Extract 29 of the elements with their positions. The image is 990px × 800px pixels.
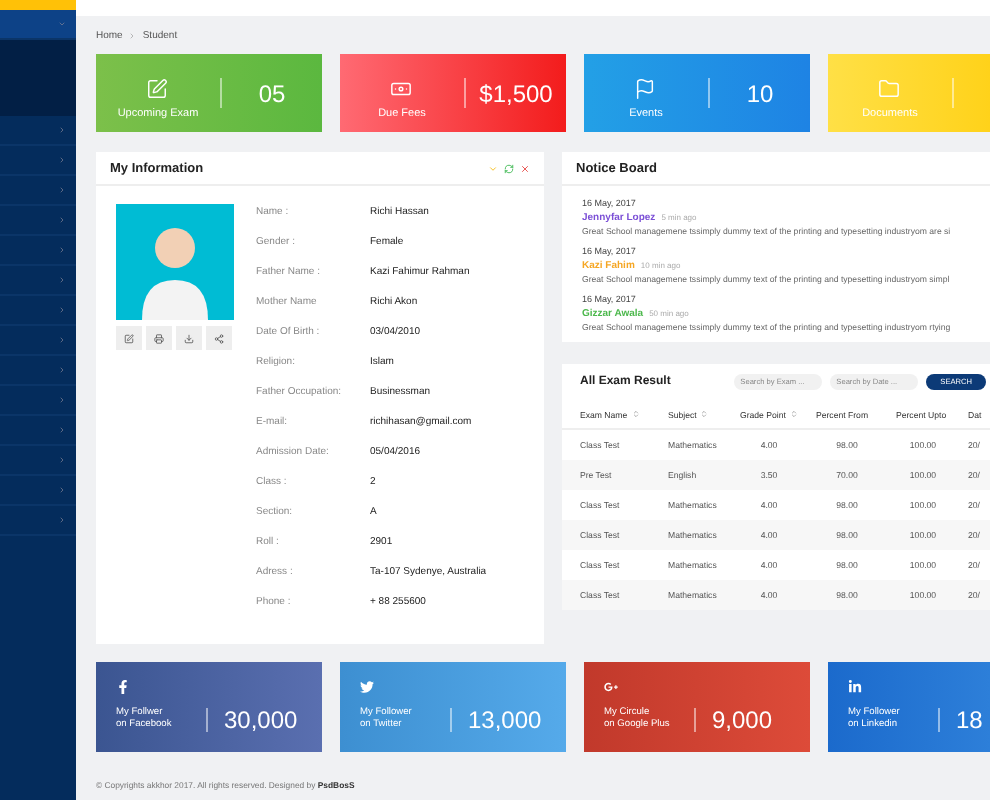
flag-icon <box>634 78 657 100</box>
social-value: 9,000 <box>710 706 773 734</box>
refresh-icon[interactable] <box>504 163 514 173</box>
stat-value: 05 <box>256 79 288 107</box>
edit-icon <box>146 78 169 100</box>
avatar-silhouette <box>116 204 234 320</box>
print-button[interactable] <box>146 326 172 350</box>
stat-value: 10 <box>744 79 776 107</box>
twitter-icon <box>360 680 374 694</box>
share-icon <box>214 333 224 343</box>
download-button[interactable] <box>176 326 202 350</box>
logo-bar <box>0 0 76 10</box>
social-value: 30,000 <box>222 706 298 734</box>
social-value: 18 <box>954 706 983 734</box>
edit-icon <box>124 333 134 343</box>
collapse-icon[interactable] <box>488 163 498 173</box>
printer-icon <box>154 333 164 343</box>
stat-value: $1,500 <box>477 79 555 107</box>
social-value: 13,000 <box>466 706 542 734</box>
edit-button[interactable] <box>116 326 142 350</box>
google-plus-icon <box>604 680 618 694</box>
download-icon <box>184 333 194 343</box>
linkedin-icon <box>848 680 862 694</box>
sidebar-submenu <box>0 40 76 116</box>
sidebar-item[interactable] <box>0 10 76 40</box>
folder-icon <box>878 78 901 100</box>
facebook-icon <box>116 680 130 694</box>
banknote-icon <box>390 78 413 100</box>
share-button[interactable] <box>206 326 232 350</box>
